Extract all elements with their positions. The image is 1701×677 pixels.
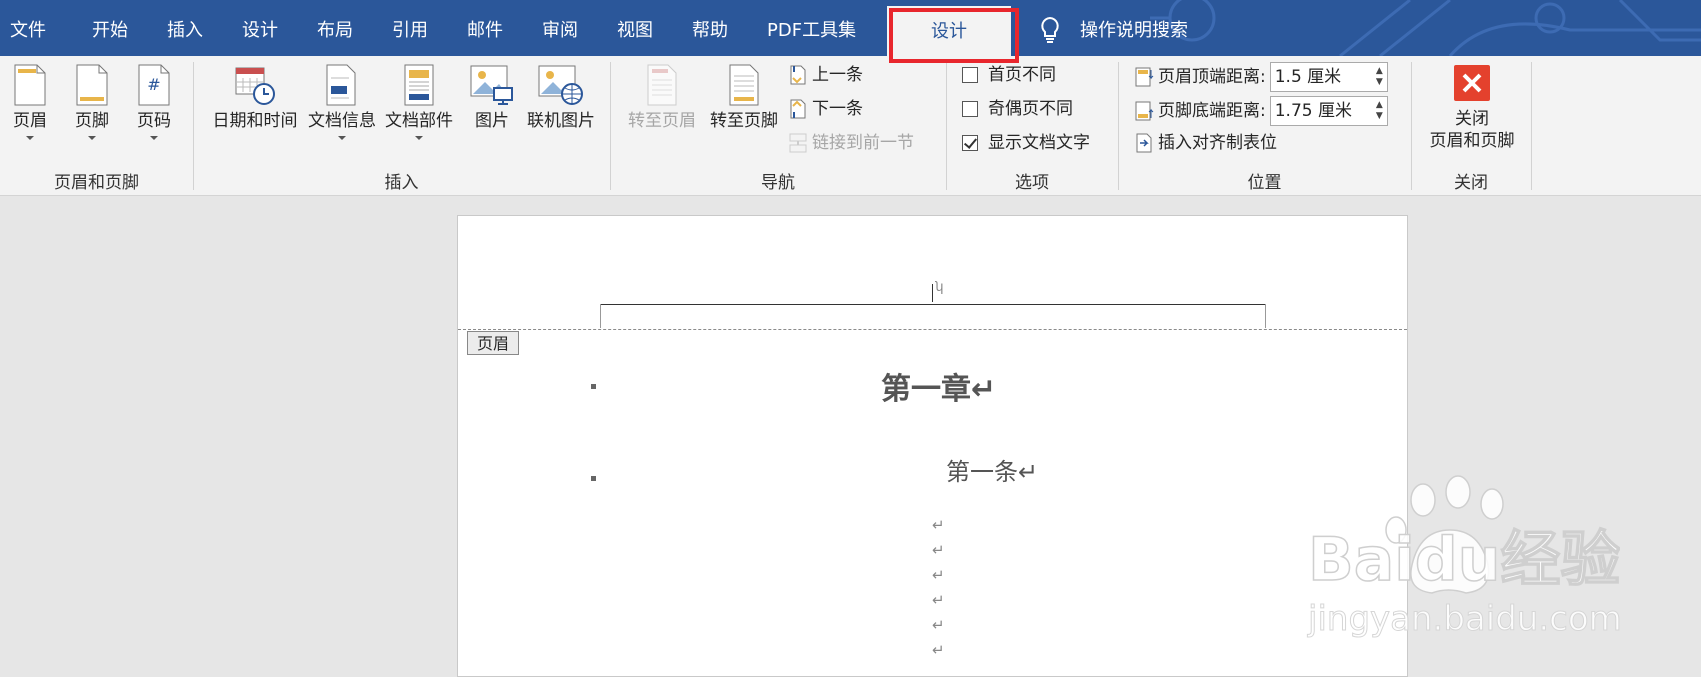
document-parts-icon xyxy=(404,64,434,106)
header-margin-left xyxy=(600,304,601,328)
chevron-down-icon xyxy=(26,136,34,140)
header-paragraph-mark: ʮ xyxy=(935,280,944,295)
empty-paragraph[interactable]: ↵ xyxy=(932,541,945,559)
chevron-down-icon xyxy=(150,136,158,140)
insert-alignment-tab-button[interactable]: 插入对齐制表位 xyxy=(1134,130,1277,156)
header-top-distance: 页眉顶端距离: 1.5 厘米 ▲ ▼ xyxy=(1134,61,1388,93)
header-underline xyxy=(600,304,1266,305)
link-previous-icon xyxy=(789,133,807,153)
tab-view[interactable]: 视图 xyxy=(617,0,653,56)
tab-layout[interactable]: 布局 xyxy=(317,0,353,56)
header-top-input[interactable]: 1.5 厘米 ▲ ▼ xyxy=(1269,62,1388,92)
empty-paragraph[interactable]: ↵ xyxy=(932,516,945,534)
empty-paragraph[interactable]: ↵ xyxy=(932,616,945,634)
ribbon-tab-bar: 文件 开始 插入 设计 布局 引用 邮件 审阅 视图 帮助 PDF工具集 设计 … xyxy=(0,0,1701,56)
link-to-previous-button[interactable]: 链接到前一节 xyxy=(788,130,914,156)
tab-home[interactable]: 开始 xyxy=(92,0,128,56)
list-bullet xyxy=(591,476,596,481)
spin-arrows-icon[interactable]: ▲ ▼ xyxy=(1376,100,1383,122)
previous-section-icon xyxy=(790,65,806,85)
svg-text:#: # xyxy=(147,75,160,94)
chevron-down-icon xyxy=(415,136,423,140)
footer-button[interactable]: 页脚 xyxy=(70,64,114,140)
list-bullet xyxy=(591,384,596,389)
tab-review[interactable]: 审阅 xyxy=(542,0,578,56)
tab-references[interactable]: 引用 xyxy=(392,0,428,56)
next-button[interactable]: 下一条 xyxy=(788,96,863,122)
header-margin-right xyxy=(1265,304,1266,328)
document-parts-button[interactable]: 文档部件 xyxy=(382,64,456,140)
group-label-navigation: 导航 xyxy=(761,173,795,193)
footer-distance-icon xyxy=(1135,101,1154,121)
picture-button[interactable]: 图片 xyxy=(465,64,519,132)
document-info-button[interactable]: 文档信息 xyxy=(305,64,379,140)
tab-file[interactable]: 文件 xyxy=(10,0,46,56)
document-page[interactable]: ʮ 页眉 第一章↵ 第一条↵ ↵ ↵ ↵ ↵ ↵ ↵ xyxy=(457,215,1408,677)
close-header-footer-button[interactable]: 关闭 页眉和页脚 xyxy=(1420,64,1524,152)
empty-paragraph[interactable]: ↵ xyxy=(932,591,945,609)
different-first-page-checkbox[interactable]: 首页不同 xyxy=(962,62,1056,88)
footer-page-icon xyxy=(76,64,108,106)
goto-header-button[interactable]: 转至页眉 xyxy=(622,64,702,132)
header-button[interactable]: 页眉 xyxy=(8,64,52,140)
chapter-heading[interactable]: 第一章↵ xyxy=(881,364,996,408)
header-label-tag: 页眉 xyxy=(467,331,519,355)
goto-header-icon xyxy=(647,64,677,106)
empty-paragraph[interactable]: ↵ xyxy=(932,566,945,584)
online-picture-button[interactable]: 联机图片 xyxy=(522,64,600,132)
previous-button[interactable]: 上一条 xyxy=(788,62,863,88)
text-cursor xyxy=(932,284,933,302)
watermark-url: jingyan.baidu.com xyxy=(1307,599,1620,639)
alignment-tab-icon xyxy=(1136,133,1152,153)
footer-bottom-input[interactable]: 1.75 厘米 ▲ ▼ xyxy=(1269,96,1388,126)
group-label-close: 关闭 xyxy=(1454,173,1488,193)
tab-mailings[interactable]: 邮件 xyxy=(467,0,503,56)
goto-footer-button[interactable]: 转至页脚 xyxy=(704,64,784,132)
footer-bottom-distance: 页脚底端距离: 1.75 厘米 ▲ ▼ xyxy=(1134,95,1388,127)
circuit-decoration-icon xyxy=(1150,0,1701,56)
picture-icon xyxy=(470,65,513,105)
checkbox-unchecked[interactable] xyxy=(962,67,978,83)
checkbox-unchecked[interactable] xyxy=(962,101,978,117)
group-label-position: 位置 xyxy=(1247,173,1282,193)
online-picture-icon xyxy=(538,65,583,105)
watermark-brand: Baidu经验 xyxy=(1308,525,1620,595)
checkbox-checked[interactable] xyxy=(962,135,978,151)
group-label-options: 选项 xyxy=(1015,173,1049,193)
page-number-button[interactable]: # 页码 xyxy=(132,64,176,140)
ribbon-panel: 页眉 页脚 # 页码 页眉和页脚 日期和时间 文档信息 文档部件 图片 联机图片… xyxy=(0,56,1701,196)
lightbulb-icon xyxy=(1041,16,1059,43)
header-distance-icon xyxy=(1135,67,1154,87)
next-section-icon xyxy=(790,99,806,119)
article-heading[interactable]: 第一条↵ xyxy=(946,452,1038,487)
chevron-down-icon xyxy=(338,136,346,140)
header-page-icon xyxy=(14,64,46,106)
show-document-text-checkbox[interactable]: 显示文档文字 xyxy=(962,130,1090,156)
tell-me-search[interactable]: 操作说明搜索 xyxy=(1080,0,1188,56)
group-divider xyxy=(1531,62,1532,190)
group-label-insert: 插入 xyxy=(384,173,419,193)
chevron-down-icon xyxy=(88,136,96,140)
document-info-icon xyxy=(326,64,356,106)
baidu-jingyan-watermark: Baidu经验 jingyan.baidu.com xyxy=(1307,475,1620,640)
close-icon xyxy=(1454,65,1490,101)
page-number-icon: # xyxy=(138,64,170,106)
calendar-clock-icon xyxy=(235,67,275,105)
spin-arrows-icon[interactable]: ▲ ▼ xyxy=(1376,66,1383,88)
highlight-box xyxy=(889,8,1019,63)
date-time-button[interactable]: 日期和时间 xyxy=(208,64,302,132)
tab-insert[interactable]: 插入 xyxy=(167,0,203,56)
tab-pdf-tools[interactable]: PDF工具集 xyxy=(767,0,856,56)
group-label-header-footer: 页眉和页脚 xyxy=(54,173,139,193)
empty-paragraph[interactable]: ↵ xyxy=(932,641,945,659)
tab-help[interactable]: 帮助 xyxy=(692,0,728,56)
header-boundary-dashed xyxy=(458,329,1407,330)
tab-design[interactable]: 设计 xyxy=(242,0,278,56)
different-odd-even-checkbox[interactable]: 奇偶页不同 xyxy=(962,96,1073,122)
goto-footer-icon xyxy=(729,64,759,106)
